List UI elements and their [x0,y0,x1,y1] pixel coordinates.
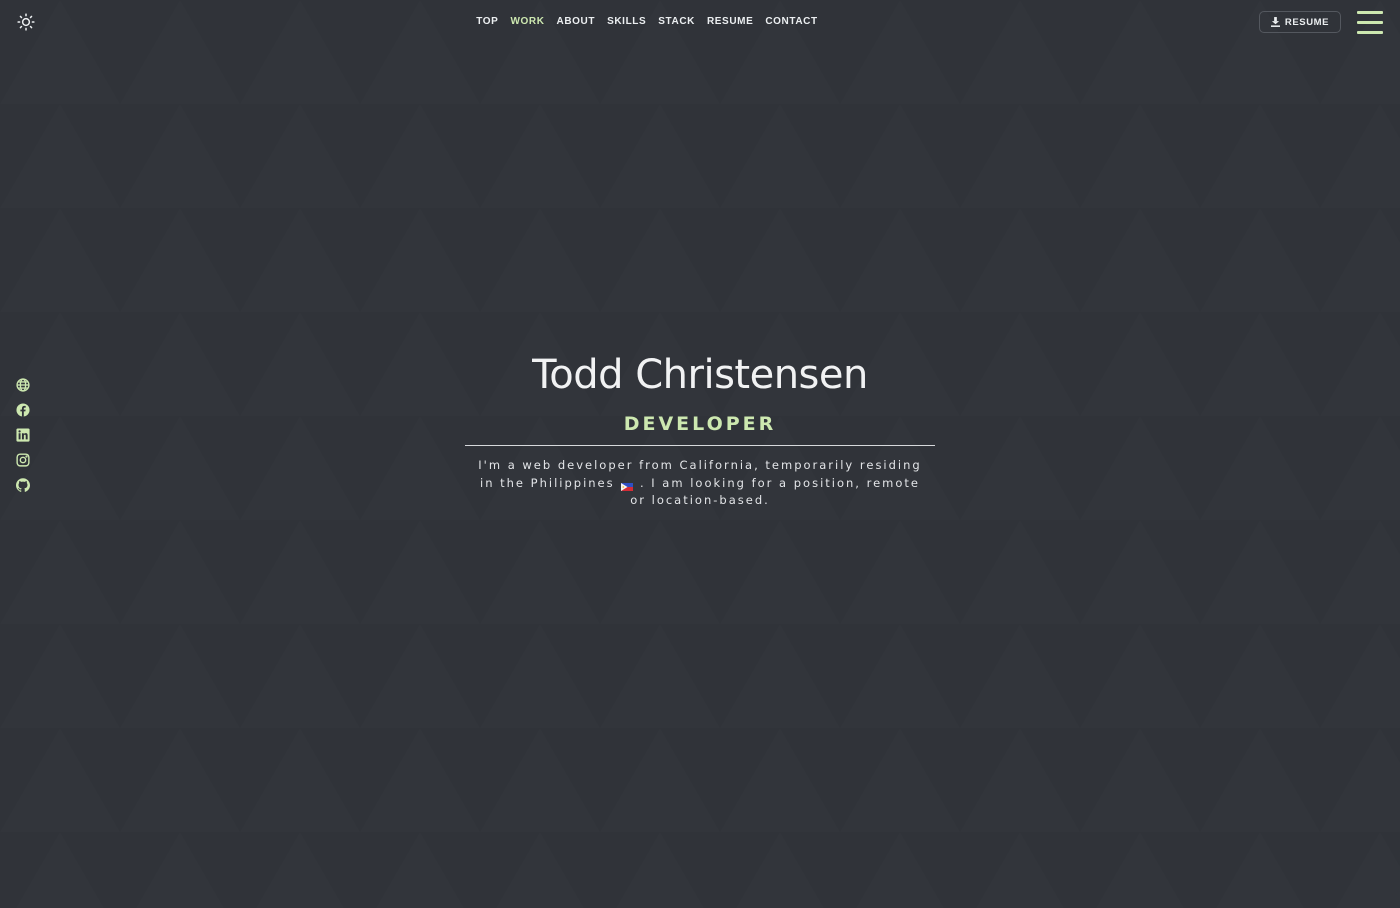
nav-item-work[interactable]: WORK [510,13,544,33]
nav-item-about[interactable]: ABOUT [557,13,596,33]
resume-button-label: RESUME [1284,16,1330,28]
hamburger-menu-icon [1357,11,1383,14]
hero-bio: I'm a web developer from California, tem… [470,457,930,510]
hero-name: Todd Christensen [532,352,868,398]
resume-download-button[interactable]: RESUME [1259,11,1341,33]
nav-item-resume[interactable]: RESUME [707,13,753,33]
download-icon [1270,17,1280,27]
hero-bio-part2: . I am looking for a position, remote or… [630,475,920,508]
theme-toggle-button[interactable] [14,10,38,34]
sun-icon [17,13,35,31]
page: TOP WORK ABOUT SKILLS STACK RESUME CONTA… [0,0,1400,908]
nav-item-top[interactable]: TOP [476,13,498,33]
instagram-icon [16,453,30,467]
hero-role: DEVELOPER [623,413,777,435]
linkedin-icon [16,428,30,442]
facebook-icon [16,403,30,417]
linkedin-link[interactable] [16,427,30,442]
hamburger-menu-icon-bar [1357,21,1383,24]
globe-icon [16,378,30,392]
nav-item-contact[interactable]: CONTACT [765,13,817,33]
hamburger-menu-icon-bar [1357,31,1383,34]
nav-item-skills[interactable]: SKILLS [607,13,646,33]
philippines-flag-icon [621,479,634,491]
github-icon [16,478,30,492]
social-links [16,377,30,492]
hero-section: Todd Christensen DEVELOPER I'm a web dev… [465,345,935,510]
hero-divider [465,445,935,446]
nav-links: TOP WORK ABOUT SKILLS STACK RESUME CONTA… [476,13,817,33]
hamburger-menu-button[interactable] [1357,11,1383,34]
github-link[interactable] [16,477,30,492]
nav-item-stack[interactable]: STACK [658,13,695,33]
facebook-link[interactable] [16,402,30,417]
instagram-link[interactable] [16,452,30,467]
website-link[interactable] [16,377,30,392]
